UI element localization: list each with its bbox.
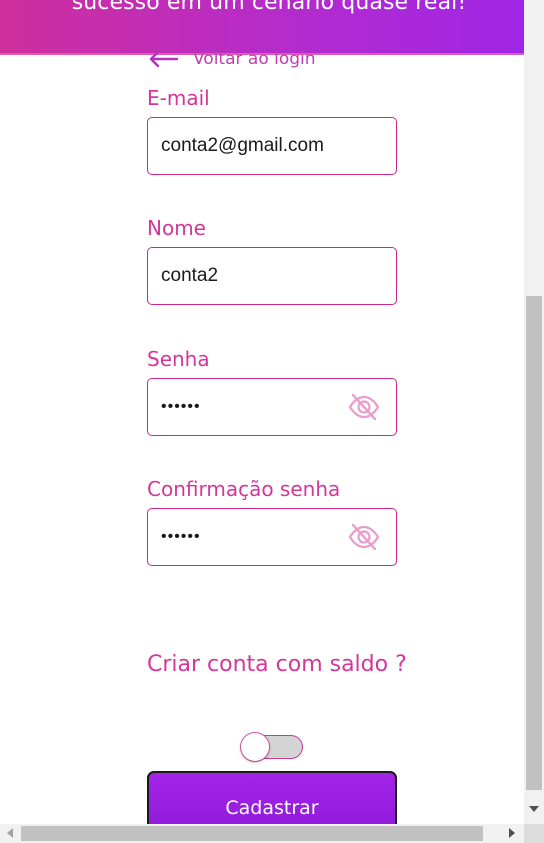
password-field[interactable]	[161, 379, 351, 435]
page-viewport: sucesso em um cenário quase real! Voltar…	[0, 0, 524, 824]
scroll-down-arrow-icon[interactable]	[529, 806, 539, 812]
arrow-left-icon	[149, 50, 179, 68]
back-to-login-link[interactable]: Voltar ao login	[149, 48, 316, 70]
horizontal-scroll-thumb[interactable]	[21, 826, 483, 841]
email-field-box	[147, 117, 397, 175]
confirm-password-field[interactable]	[161, 509, 351, 565]
password-field-box	[147, 378, 397, 436]
register-button[interactable]: Cadastrar	[147, 771, 397, 824]
name-field[interactable]	[161, 248, 351, 304]
name-label: Nome	[147, 216, 206, 240]
confirm-password-field-box	[147, 508, 397, 566]
email-label: E-mail	[147, 86, 210, 110]
vertical-scroll-thumb[interactable]	[526, 296, 542, 790]
header-text: sucesso em um cenário quase real!	[71, 0, 467, 15]
balance-toggle[interactable]	[241, 733, 303, 761]
scroll-right-arrow-icon[interactable]	[509, 828, 515, 838]
name-field-box	[147, 247, 397, 305]
back-to-login-label: Voltar ao login	[193, 49, 316, 69]
horizontal-scrollbar[interactable]	[0, 824, 524, 843]
toggle-knob	[241, 733, 269, 761]
vertical-scrollbar[interactable]	[524, 0, 544, 824]
eye-off-icon[interactable]	[347, 521, 381, 553]
scroll-left-arrow-icon[interactable]	[7, 828, 13, 838]
confirm-password-label: Confirmação senha	[147, 477, 341, 501]
password-label: Senha	[147, 347, 210, 371]
eye-off-icon[interactable]	[347, 391, 381, 423]
email-field[interactable]	[161, 118, 351, 174]
header-banner: sucesso em um cenário quase real!	[0, 0, 524, 55]
balance-question: Criar conta com saldo ?	[147, 652, 407, 677]
scrollbar-corner	[524, 824, 544, 843]
